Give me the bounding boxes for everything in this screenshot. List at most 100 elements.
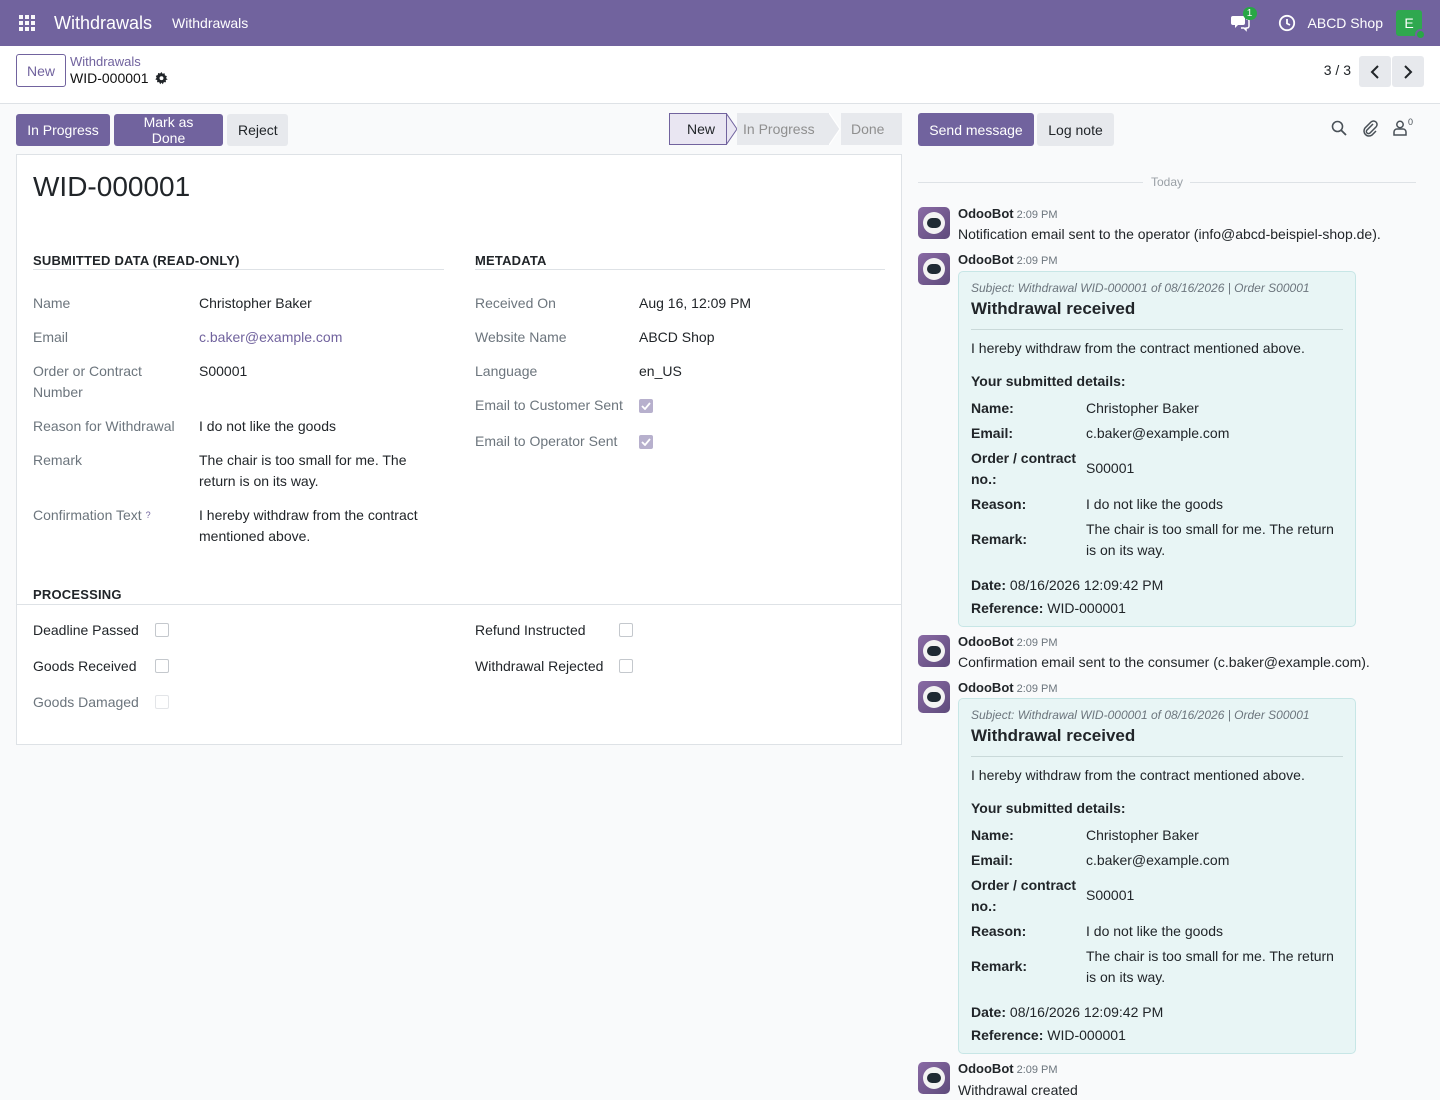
form-sheet: WID-000001 SUBMITTED DATA (READ-ONLY) Na… (16, 154, 902, 745)
stage-in-progress[interactable]: In Progress (737, 113, 829, 145)
apps-menu-icon[interactable] (0, 0, 54, 46)
breadcrumb-current: WID-000001 (70, 70, 168, 86)
breadcrumb-parent[interactable]: Withdrawals (70, 54, 141, 69)
chevron-left-icon (1370, 64, 1379, 79)
message-author-name: OdooBot (958, 680, 1014, 695)
message-time: 2:09 PM (1016, 637, 1058, 649)
received-on-label: Received On (475, 295, 556, 311)
submitted-data-divider (33, 269, 444, 270)
website-name-label: Website Name (475, 329, 567, 345)
message-author: OdooBot 2:09 PM (958, 680, 1058, 695)
email-date-row: Date: 08/16/2026 12:09:42 PM (971, 575, 1163, 596)
pager-next-button[interactable] (1392, 56, 1424, 87)
help-tooltip-icon[interactable]: ? (146, 510, 151, 520)
message-time: 2:09 PM (1016, 255, 1058, 267)
company-switcher[interactable]: ABCD Shop (1308, 15, 1383, 31)
menu-item-withdrawals[interactable]: Withdrawals (172, 0, 248, 46)
email-name-label: Name: (971, 827, 1014, 843)
name-value: Christopher Baker (199, 295, 312, 311)
followers-count: 0 (1408, 117, 1414, 127)
odoobot-avatar (918, 681, 950, 713)
email-reference-label: Reference: (971, 600, 1044, 616)
email-order-label-2: no.: (971, 471, 997, 487)
email-intro: I hereby withdraw from the contract ment… (971, 767, 1305, 783)
email-remark-line-2: is on its way. (1086, 969, 1166, 985)
today-separator: Today (1151, 175, 1184, 189)
email-date-value: 08/16/2026 12:09:42 PM (1009, 1004, 1164, 1020)
user-avatar[interactable]: E (1396, 10, 1426, 40)
language-value: en_US (639, 363, 682, 379)
email-divider (971, 756, 1343, 757)
email-remark-line-1: The chair is too small for me. The retur… (1086, 521, 1334, 537)
new-record-button[interactable]: New (16, 54, 66, 87)
email-operator-sent-checkbox (639, 435, 653, 449)
email-intro: I hereby withdraw from the contract ment… (971, 340, 1305, 356)
stage-new-label: New (687, 121, 716, 137)
gear-icon[interactable] (154, 71, 168, 85)
message-text: Withdrawal created (958, 1082, 1078, 1098)
goods-received-checkbox[interactable] (155, 659, 169, 673)
remark-value-line-1: The chair is too small for me. The (199, 452, 407, 468)
message-time: 2:09 PM (1016, 1064, 1058, 1076)
send-message-button[interactable]: Send message (918, 113, 1034, 146)
today-divider-right (1190, 182, 1416, 183)
remark-label: Remark (33, 452, 83, 468)
control-panel: New Withdrawals WID-000001 3 / 3 (0, 46, 1440, 104)
pager-value[interactable]: 3 / 3 (1324, 62, 1351, 78)
search-icon[interactable] (1331, 120, 1349, 138)
confirmation-text-label: Confirmation Text ? (33, 505, 151, 526)
email-order-value: S00001 (1086, 460, 1135, 476)
processing-heading: PROCESSING (33, 587, 122, 602)
remark-value-line-2: return is on its way. (199, 473, 319, 489)
email-message-bubble: Subject: Withdrawal WID-000001 of 08/16/… (958, 271, 1356, 627)
pager-previous-button[interactable] (1359, 56, 1391, 87)
activity-clock-icon[interactable] (1278, 14, 1296, 32)
email-customer-sent-checkbox (639, 399, 653, 413)
deadline-passed-label: Deadline Passed (33, 622, 139, 638)
email-link[interactable]: c.baker@example.com (199, 327, 342, 348)
log-note-button[interactable]: Log note (1037, 113, 1114, 146)
goods-damaged-checkbox (155, 695, 169, 709)
email-order-label-1: Order / contract (971, 450, 1077, 466)
checkmark-icon (641, 402, 651, 410)
stage-pipeline: New In Progress Done (669, 113, 902, 145)
reason-value: I do not like the goods (199, 418, 336, 434)
chevron-right-icon (1404, 64, 1413, 79)
email-order-label-2: no.: (971, 898, 997, 914)
message-author: OdooBot 2:09 PM (958, 1061, 1058, 1076)
email-reference-row: Reference: WID-000001 (971, 598, 1126, 619)
withdrawal-rejected-checkbox[interactable] (619, 659, 633, 673)
paperclip-icon[interactable] (1362, 120, 1380, 138)
reason-label: Reason for Withdrawal (33, 418, 175, 434)
email-name-value: Christopher Baker (1086, 827, 1199, 843)
email-reference-label: Reference: (971, 1027, 1044, 1043)
message-author: OdooBot 2:09 PM (958, 206, 1058, 221)
email-remark-label: Remark: (971, 958, 1028, 974)
order-value: S00001 (199, 363, 248, 379)
email-date-row: Date: 08/16/2026 12:09:42 PM (971, 1002, 1163, 1023)
email-date-label: Date: (971, 577, 1007, 593)
deadline-passed-checkbox[interactable] (155, 623, 169, 637)
email-reason-value: I do not like the goods (1086, 496, 1223, 512)
submitted-data-heading: SUBMITTED DATA (READ-ONLY) (33, 253, 240, 268)
mark-as-done-button[interactable]: Mark as Done (114, 114, 223, 146)
refund-instructed-checkbox[interactable] (619, 623, 633, 637)
email-title: Withdrawal received (971, 726, 1136, 745)
messaging-icon[interactable]: 1 (1230, 7, 1257, 34)
reject-button[interactable]: Reject (227, 114, 288, 146)
breadcrumb-current-label: WID-000001 (70, 70, 149, 86)
received-on-value: Aug 16, 12:09 PM (639, 295, 752, 311)
app-name[interactable]: Withdrawals (54, 13, 152, 34)
email-divider (971, 329, 1343, 330)
stage-new[interactable]: New (669, 113, 727, 145)
stage-done[interactable]: Done (841, 113, 902, 145)
followers-icon[interactable]: 0 (1393, 117, 1417, 138)
email-name-value: Christopher Baker (1086, 400, 1199, 416)
in-progress-button[interactable]: In Progress (16, 114, 110, 146)
email-reference-value: WID-000001 (1047, 600, 1126, 616)
email-message-bubble: Subject: Withdrawal WID-000001 of 08/16/… (958, 698, 1356, 1054)
email-details-heading: Your submitted details: (971, 800, 1126, 816)
name-label: Name (33, 295, 71, 311)
metadata-divider (475, 269, 885, 270)
online-status-dot (1415, 29, 1426, 40)
